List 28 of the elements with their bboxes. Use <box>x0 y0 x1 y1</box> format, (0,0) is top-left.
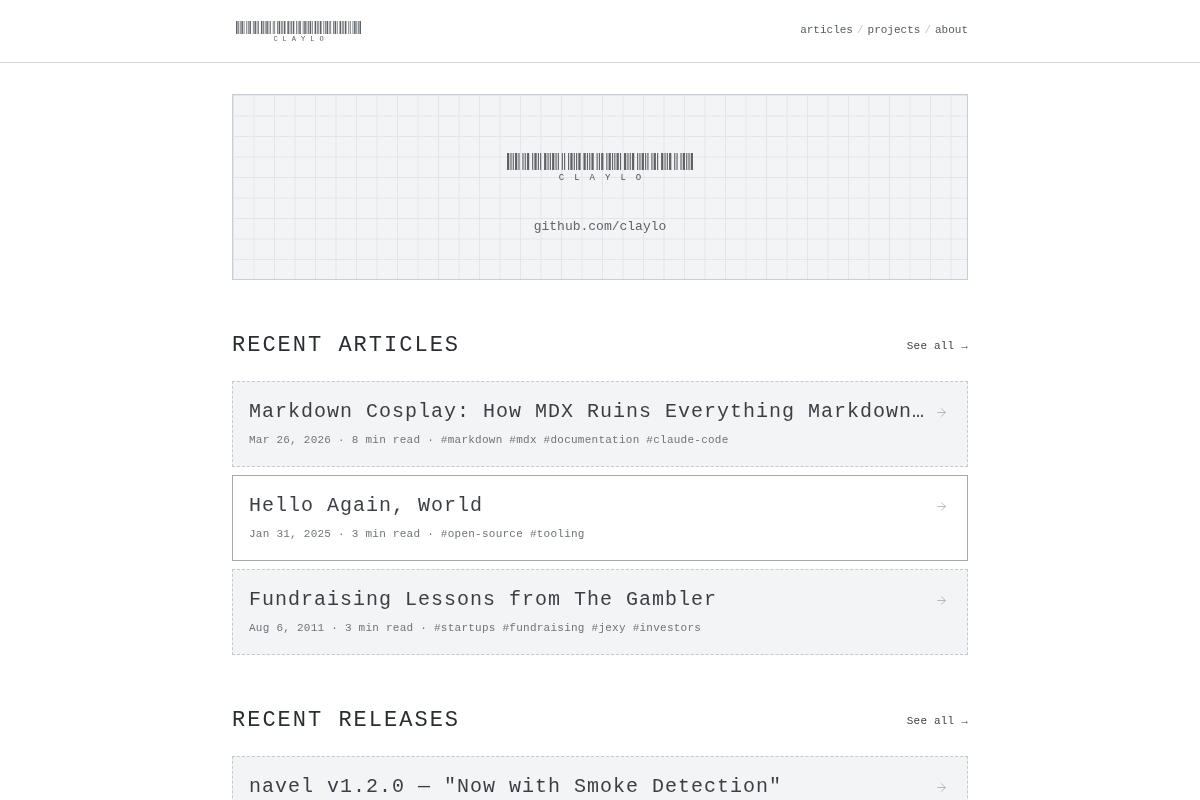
nav-separator: / <box>924 23 931 38</box>
card-title: navel v1.2.0 — "Now with Smoke Detection" <box>249 775 783 799</box>
post-meta: Jan 31, 2025 · 3 min read · #open-source #tooling <box>249 527 585 542</box>
nav-separator: / <box>856 23 864 38</box>
list-card[interactable]: Fundraising Lessons from The Gambler Aug 6, 2011 · 3 min read · #startups #fundraising #jexy #investors <box>232 569 968 655</box>
barcode-icon <box>507 153 693 170</box>
arrow-right-icon <box>935 594 948 607</box>
barcode-icon <box>236 20 361 34</box>
list-card[interactable]: Markdown Cosplay: How MDX Ruins Everything Markdown… Mar 26, 2026 · 8 min read · #markdown #mdx #documentation #claude-code <box>232 381 968 467</box>
card-title: Hello Again, World <box>249 494 484 518</box>
nav-link[interactable]: projects <box>867 22 921 38</box>
arrow-right-icon <box>935 781 948 794</box>
nav-link[interactable]: articles <box>800 22 853 38</box>
post-meta: Aug 6, 2011 · 3 min read · #startups #fundraising #jexy #investors <box>249 621 702 636</box>
list-card[interactable]: Hello Again, World Jan 31, 2025 · 3 min read · #open-source #tooling <box>232 475 968 561</box>
arrow-right-icon <box>935 500 948 513</box>
section-heading: RECENT RELEASES <box>232 707 461 735</box>
post-meta: Mar 26, 2026 · 8 min read · #markdown #mdx #documentation #claude-code <box>249 433 729 448</box>
card-title: Markdown Cosplay: How MDX Ruins Everything Markdown… <box>249 400 926 424</box>
nav-link[interactable]: about <box>935 22 968 38</box>
list-card[interactable]: navel v1.2.0 — "Now with Smoke Detection" <box>232 756 968 800</box>
arrow-right-icon <box>935 406 948 419</box>
github-link[interactable]: github.com/claylo <box>533 218 667 236</box>
card-title: Fundraising Lessons from The Gambler <box>249 588 718 612</box>
see-all-link[interactable]: See all → <box>906 713 968 729</box>
section-heading: RECENT ARTICLES <box>232 332 461 360</box>
hero-wordmark: CLAYLO <box>557 172 652 184</box>
see-all-link[interactable]: See all → <box>906 338 968 354</box>
